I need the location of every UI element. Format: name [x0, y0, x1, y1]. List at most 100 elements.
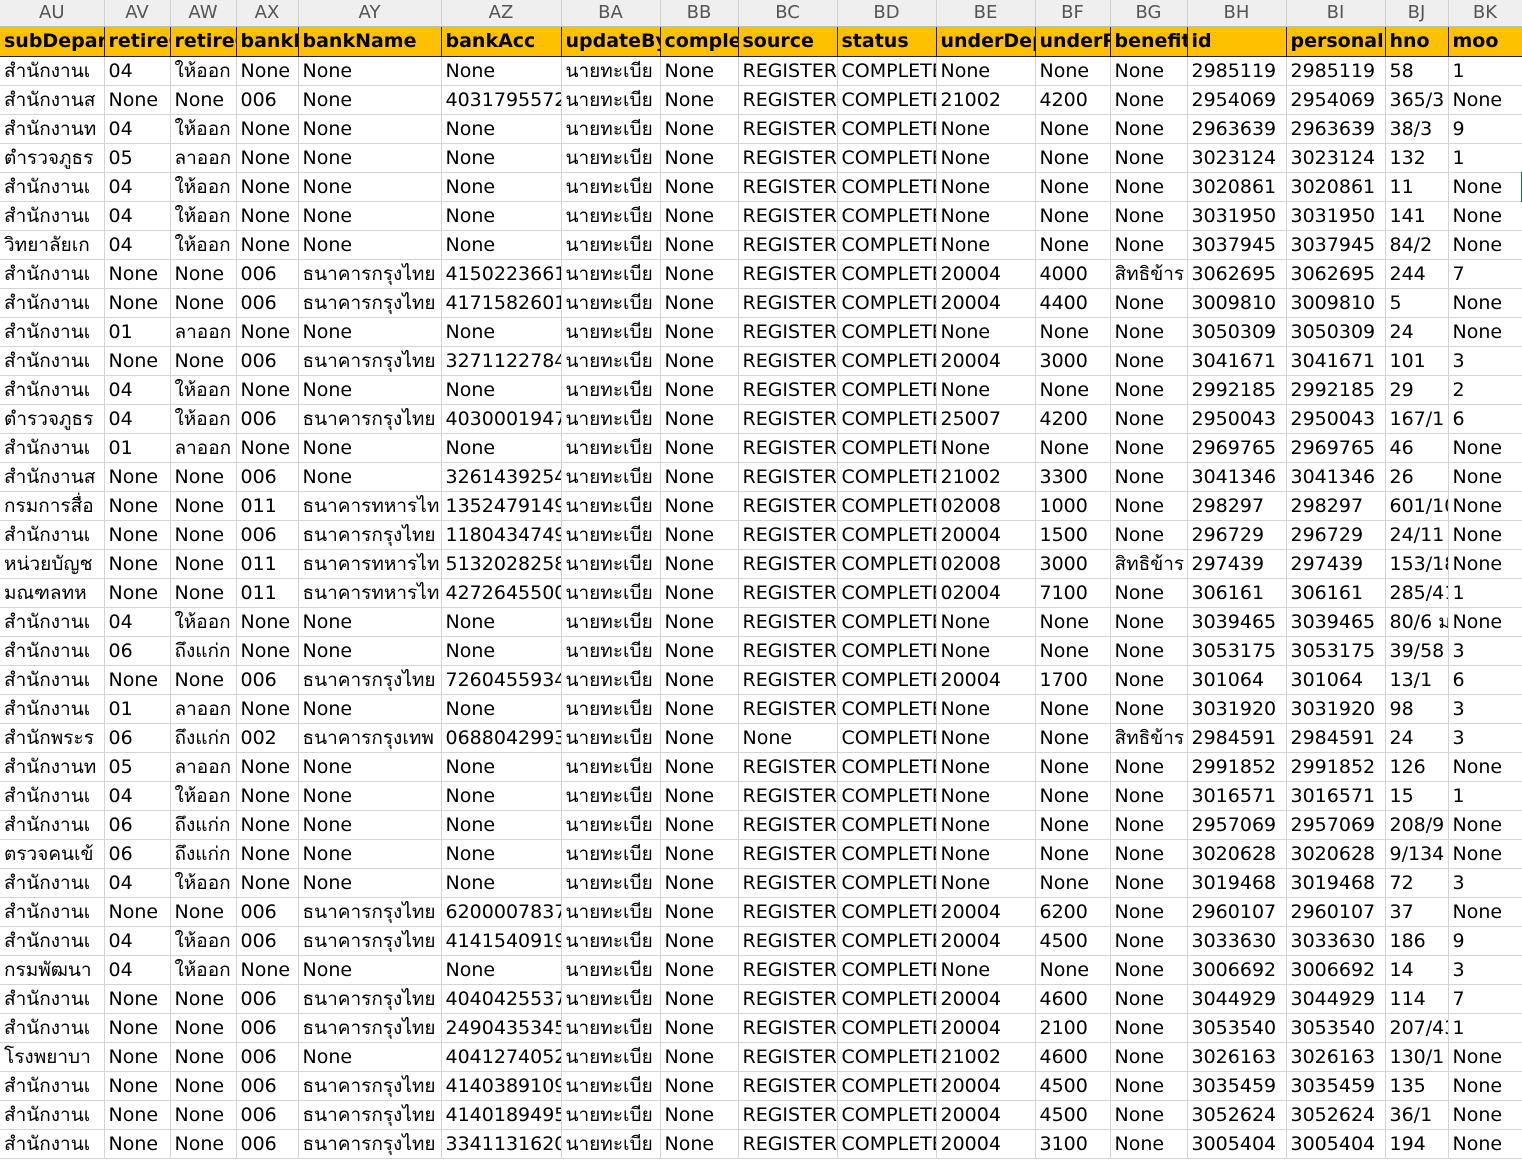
cell-bc[interactable]: REGISTER [738, 1013, 838, 1043]
cell-ax[interactable]: 011 [236, 578, 299, 608]
cell-ba[interactable]: นายทะเบีย [561, 694, 661, 724]
cell-bi[interactable]: 3053175 [1286, 636, 1386, 666]
cell-bf[interactable]: 4200 [1035, 85, 1111, 115]
cell-be[interactable]: 20004 [936, 665, 1036, 695]
cell-ax[interactable]: None [236, 56, 299, 86]
cell-bg[interactable]: None [1110, 810, 1188, 840]
cell-ax[interactable]: 006 [236, 85, 299, 115]
cell-bg[interactable]: None [1110, 868, 1188, 898]
cell-bk[interactable]: None [1448, 839, 1522, 869]
cell-bh[interactable]: 2991852 [1187, 752, 1287, 782]
cell-bj[interactable]: 126 [1385, 752, 1449, 782]
cell-ax[interactable]: 011 [236, 549, 299, 579]
cell-bc[interactable]: REGISTER [738, 752, 838, 782]
column-letter-bb[interactable]: BB [660, 0, 739, 27]
cell-ba[interactable]: นายทะเบีย [561, 578, 661, 608]
cell-au[interactable]: โรงพยาบา [0, 1042, 105, 1072]
cell-bg[interactable]: None [1110, 317, 1188, 347]
cell-bc[interactable]: REGISTER [738, 984, 838, 1014]
cell-bj[interactable]: 11 [1385, 172, 1449, 202]
cell-bi[interactable]: 3031950 [1286, 201, 1386, 231]
cell-bh[interactable]: 2963639 [1187, 114, 1287, 144]
cell-aw[interactable]: None [170, 897, 237, 927]
cell-bi[interactable]: 3019468 [1286, 868, 1386, 898]
cell-bd[interactable]: COMPLETE [837, 1129, 937, 1159]
cell-bb[interactable]: None [660, 375, 739, 405]
cell-az[interactable]: 1352479149 [441, 491, 562, 521]
cell-ax[interactable]: 006 [236, 1013, 299, 1043]
cell-bg[interactable]: None [1110, 694, 1188, 724]
cell-bh[interactable]: 3031950 [1187, 201, 1287, 231]
cell-ay[interactable]: None [298, 143, 442, 173]
cell-bi[interactable]: 2950043 [1286, 404, 1386, 434]
cell-bf[interactable]: 4600 [1035, 984, 1111, 1014]
cell-bg[interactable]: สิทธิข้าร [1110, 723, 1188, 753]
cell-bg[interactable]: None [1110, 781, 1188, 811]
cell-aw[interactable]: None [170, 665, 237, 695]
cell-au[interactable]: สำนักงานเ [0, 781, 105, 811]
cell-bk[interactable]: 3 [1448, 723, 1522, 753]
cell-bb[interactable]: None [660, 201, 739, 231]
cell-bg[interactable]: None [1110, 230, 1188, 260]
cell-bb[interactable]: None [660, 868, 739, 898]
cell-ba[interactable]: นายทะเบีย [561, 781, 661, 811]
cell-bi[interactable]: 2960107 [1286, 897, 1386, 927]
cell-az[interactable]: 4040425537 [441, 984, 562, 1014]
cell-bj[interactable]: 24/11 [1385, 520, 1449, 550]
cell-aw[interactable]: ลาออก [170, 433, 237, 463]
cell-aw[interactable]: ถึงแก่ก [170, 636, 237, 666]
cell-ay[interactable]: ธนาคารกรุงไทย [298, 288, 442, 318]
cell-az[interactable]: 7260455934 [441, 665, 562, 695]
cell-ba[interactable]: นายทะเบีย [561, 56, 661, 86]
header-cell-ay[interactable]: bankName [298, 26, 442, 57]
cell-bg[interactable]: None [1110, 491, 1188, 521]
cell-ax[interactable]: 006 [236, 984, 299, 1014]
cell-bb[interactable]: None [660, 1100, 739, 1130]
cell-bg[interactable]: None [1110, 1042, 1188, 1072]
cell-ax[interactable]: 006 [236, 1129, 299, 1159]
cell-ax[interactable]: None [236, 375, 299, 405]
cell-av[interactable]: 04 [104, 926, 171, 956]
cell-bf[interactable]: 4400 [1035, 288, 1111, 318]
cell-bd[interactable]: COMPLETE [837, 868, 937, 898]
cell-aw[interactable]: None [170, 1129, 237, 1159]
cell-bf[interactable]: 4000 [1035, 259, 1111, 289]
header-cell-bd[interactable]: status [837, 26, 937, 57]
cell-ba[interactable]: นายทะเบีย [561, 549, 661, 579]
cell-ay[interactable]: None [298, 56, 442, 86]
cell-au[interactable]: สำนักงานเ [0, 868, 105, 898]
cell-bj[interactable]: 14 [1385, 955, 1449, 985]
cell-ay[interactable]: ธนาคารกรุงไทย [298, 1071, 442, 1101]
cell-ax[interactable]: 006 [236, 462, 299, 492]
cell-av[interactable]: 06 [104, 810, 171, 840]
cell-bh[interactable]: 297439 [1187, 549, 1287, 579]
cell-bj[interactable]: 36/1 [1385, 1100, 1449, 1130]
cell-bf[interactable]: 3000 [1035, 346, 1111, 376]
cell-av[interactable]: None [104, 1042, 171, 1072]
cell-av[interactable]: None [104, 520, 171, 550]
cell-bg[interactable]: None [1110, 1013, 1188, 1043]
cell-bc[interactable]: REGISTER [738, 85, 838, 115]
cell-ay[interactable]: None [298, 85, 442, 115]
cell-bb[interactable]: None [660, 462, 739, 492]
cell-bk[interactable]: 9 [1448, 114, 1522, 144]
cell-bk[interactable]: None [1448, 433, 1522, 463]
cell-be[interactable]: None [936, 636, 1036, 666]
cell-bi[interactable]: 3020861 [1286, 172, 1386, 202]
cell-bb[interactable]: None [660, 955, 739, 985]
cell-aw[interactable]: ให้ออก [170, 607, 237, 637]
cell-bb[interactable]: None [660, 578, 739, 608]
cell-au[interactable]: สำนักงานเ [0, 259, 105, 289]
cell-bk[interactable]: None [1448, 85, 1522, 115]
cell-bk[interactable]: 1 [1448, 56, 1522, 86]
cell-bg[interactable]: None [1110, 56, 1188, 86]
cell-bi[interactable]: 2963639 [1286, 114, 1386, 144]
cell-bc[interactable]: REGISTER [738, 665, 838, 695]
cell-av[interactable]: None [104, 85, 171, 115]
cell-bk[interactable]: None [1448, 897, 1522, 927]
cell-ay[interactable]: None [298, 955, 442, 985]
cell-av[interactable]: 01 [104, 694, 171, 724]
cell-bh[interactable]: 3037945 [1187, 230, 1287, 260]
cell-ba[interactable]: นายทะเบีย [561, 897, 661, 927]
cell-ba[interactable]: นายทะเบีย [561, 607, 661, 637]
